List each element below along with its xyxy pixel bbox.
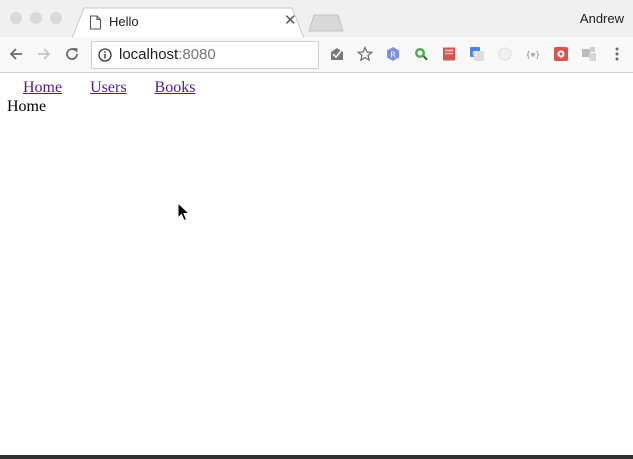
extension-circle-icon[interactable] [497,46,513,62]
nav-link-users[interactable]: Users [90,79,126,96]
url-port: :8080 [178,46,216,63]
reload-icon[interactable] [63,45,81,63]
site-nav: Home Users Books [23,79,223,97]
extension-r-icon[interactable]: R [385,46,401,62]
page-content: Home Users Books Home [0,73,633,459]
back-arrow-icon[interactable] [7,45,25,63]
tab-strip: Hello ✕ Andrew [0,0,633,38]
extension-book-icon[interactable] [441,46,457,62]
svg-text:{≡}: {≡} [526,50,540,59]
browser-window: Hello ✕ Andrew localhost:8080 R G {≡} Ho… [0,0,633,459]
page-icon [89,15,102,30]
profile-name[interactable]: Andrew [580,11,624,26]
address-bar[interactable]: localhost:8080 [91,41,319,69]
extension-red-icon[interactable] [553,46,569,62]
nav-link-books[interactable]: Books [155,79,196,96]
close-tab-icon[interactable]: ✕ [284,13,297,29]
window-bottom-edge [0,455,633,459]
json-viewer-icon[interactable]: {≡} [525,46,541,62]
svg-text:R: R [390,51,396,60]
google-translate-icon[interactable]: G [469,46,485,62]
new-tab-button[interactable] [308,14,344,32]
url-text: localhost:8080 [119,46,216,63]
minimize-window-button[interactable] [30,12,42,24]
close-window-button[interactable] [10,12,22,24]
tab-title: Hello [109,14,139,29]
mouse-cursor-icon [177,202,191,222]
menu-icon[interactable] [609,46,625,62]
nav-link-home[interactable]: Home [23,79,62,96]
maximize-window-button[interactable] [50,12,62,24]
svg-text:G: G [472,50,477,58]
page-heading: Home [7,98,47,115]
tab-hello[interactable]: Hello ✕ [72,7,304,38]
site-info-icon[interactable] [98,48,112,62]
extension-search-icon[interactable] [413,46,429,62]
url-host: localhost [119,46,179,63]
inbox-icon[interactable] [329,46,345,62]
extension-puzzle-icon[interactable] [581,46,597,62]
forward-arrow-icon[interactable] [35,45,53,63]
browser-toolbar: localhost:8080 R G {≡} [0,37,633,73]
bookmark-star-icon[interactable] [357,46,373,62]
